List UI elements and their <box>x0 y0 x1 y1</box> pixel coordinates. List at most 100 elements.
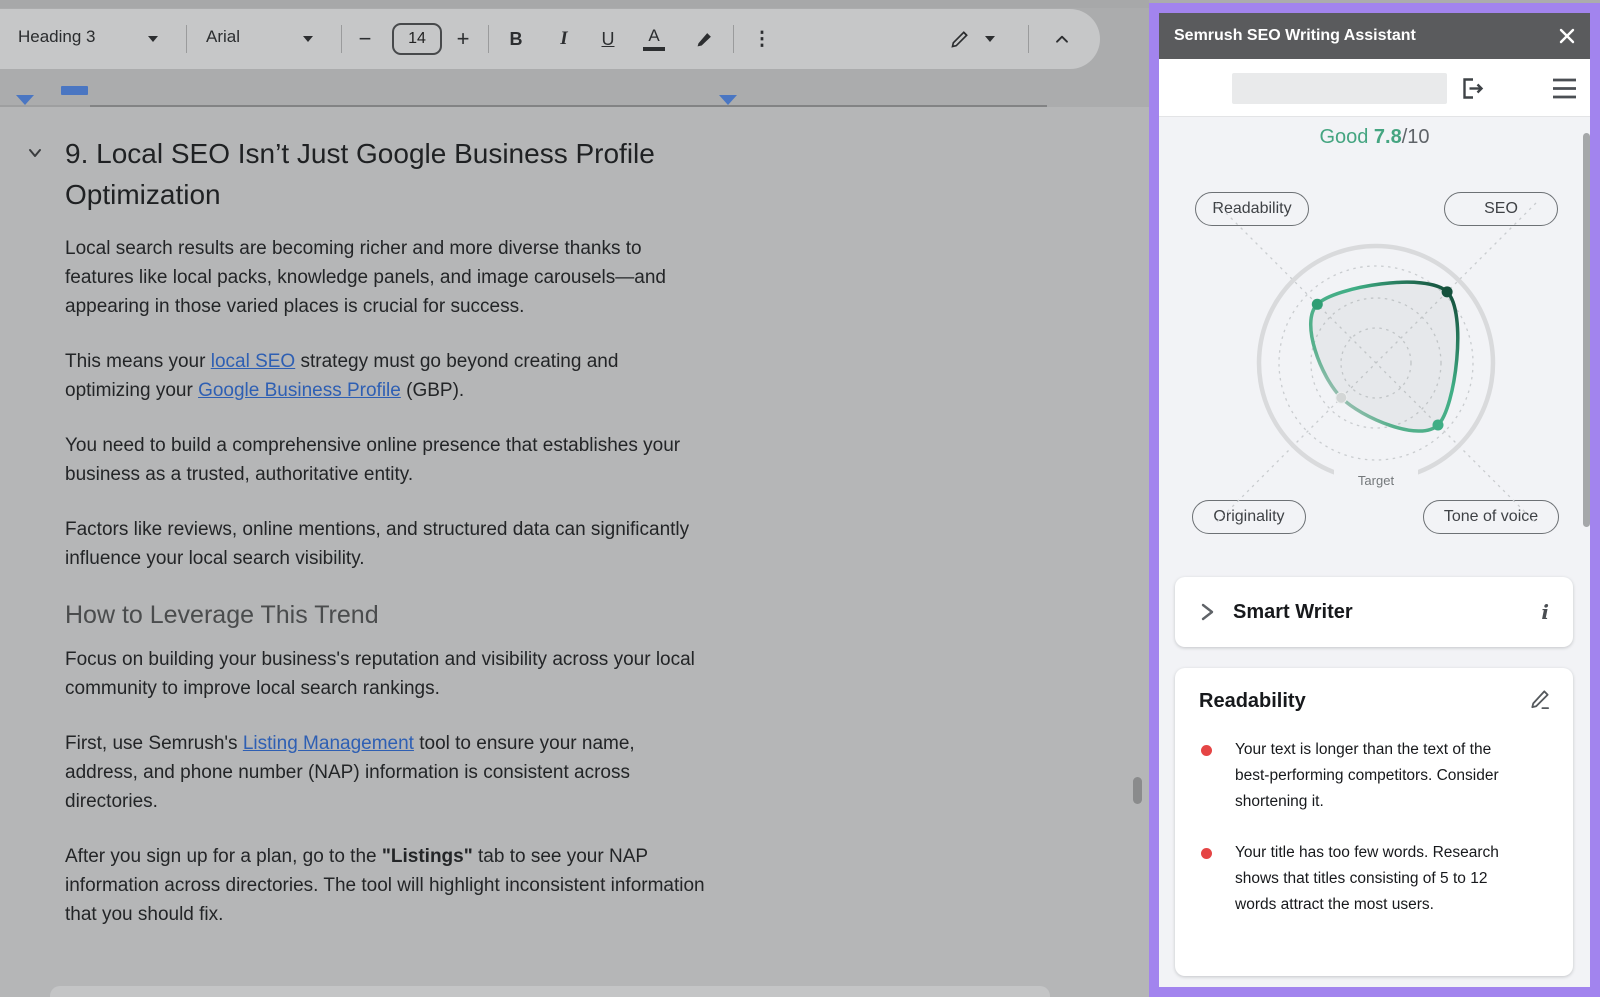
score-gauge-chart: Target <box>1206 193 1546 533</box>
hamburger-menu-icon <box>1552 77 1577 100</box>
paragraph-style-selector[interactable]: Heading 3 <box>18 27 96 47</box>
export-button[interactable] <box>1459 75 1486 107</box>
window-top-strip <box>0 0 1149 8</box>
doc-paragraph: You need to build a comprehensive online… <box>65 431 705 489</box>
semrush-assistant-panel: Semrush SEO Writing Assistant <box>1149 3 1600 997</box>
paragraph-text: Focus on building your business's reputa… <box>65 649 695 699</box>
first-line-indent-marker[interactable] <box>61 86 88 95</box>
paragraph-text: Factors like reviews, online mentions, a… <box>65 519 689 569</box>
doc-link-local-seo[interactable]: local SEO <box>211 351 295 372</box>
doc-paragraph: Factors like reviews, online mentions, a… <box>65 515 705 573</box>
toolbar-divider <box>341 25 342 53</box>
issue-bullet-icon <box>1201 848 1212 859</box>
panel-scrollbar-thumb[interactable] <box>1583 133 1590 527</box>
doc-subheading: How to Leverage This Trend <box>65 599 705 632</box>
issue-bullet-icon <box>1201 745 1212 756</box>
score-denominator: /10 <box>1402 126 1430 148</box>
app-root: Heading 3 Arial − 14 + B I U A ⋮ <box>0 0 1600 997</box>
highlighter-icon <box>693 29 715 51</box>
paragraph-text: First, use Semrush's <box>65 733 243 754</box>
doc-paragraph: Focus on building your business's reputa… <box>65 645 705 703</box>
readability-issue-list: Your text is longer than the text of the… <box>1199 737 1549 918</box>
gauge-blob <box>1311 282 1458 431</box>
right-indent-marker[interactable] <box>719 95 737 105</box>
readability-issue: Your text is longer than the text of the… <box>1199 737 1511 815</box>
toolbar-divider <box>733 25 734 53</box>
font-size-input[interactable]: 14 <box>392 23 442 55</box>
readability-card-title: Readability <box>1199 690 1549 713</box>
more-options-button[interactable]: ⋮ <box>750 24 774 54</box>
smart-writer-label: Smart Writer <box>1233 601 1353 624</box>
hide-menus-button[interactable] <box>1048 26 1076 54</box>
doc-link-listing-management[interactable]: Listing Management <box>243 733 414 754</box>
readability-card: Readability Your text is longer than the… <box>1175 668 1573 976</box>
text-color-letter: A <box>648 26 659 46</box>
gauge-dot-0 <box>1312 299 1323 310</box>
toolbar-divider <box>186 25 187 53</box>
paragraph-text: After you sign up for a plan, go to the <box>65 846 382 867</box>
ruler-line <box>0 105 90 107</box>
heading-collapse-toggle[interactable] <box>25 143 45 168</box>
smart-writer-expander[interactable]: Smart Writer i <box>1175 577 1573 647</box>
text-color-button[interactable]: A <box>640 23 668 53</box>
pencil-icon <box>950 29 970 49</box>
document-content: 9. Local SEO Isn’t Just Google Business … <box>65 133 765 955</box>
keyword-placeholder-bar <box>1232 73 1447 104</box>
close-icon <box>1559 28 1575 44</box>
doc-paragraph: First, use Semrush's Listing Management … <box>65 729 705 816</box>
doc-body-text: Local search results are becoming richer… <box>65 234 705 929</box>
issue-text: Your text is longer than the text of the… <box>1235 737 1499 815</box>
doc-embedded-image-edge <box>50 986 1050 997</box>
edit-pencil-icon[interactable] <box>1528 688 1551 716</box>
close-button[interactable] <box>1559 28 1575 44</box>
left-indent-marker[interactable] <box>16 95 34 105</box>
paragraph-text: This means your <box>65 351 211 372</box>
font-selector[interactable]: Arial <box>206 27 240 47</box>
panel-inner: Semrush SEO Writing Assistant <box>1159 13 1590 987</box>
panel-subheader <box>1159 59 1590 117</box>
paragraph-text: (GBP). <box>401 380 464 401</box>
paragraph-text: Local search results are becoming richer… <box>65 238 666 317</box>
panel-body: Good 7.8/10 Readability SEO Originality … <box>1159 117 1590 987</box>
panel-header: Semrush SEO Writing Assistant <box>1159 13 1590 59</box>
bold-button[interactable]: B <box>502 25 530 53</box>
document-scrollbar-thumb[interactable] <box>1133 777 1142 804</box>
chevron-down-icon[interactable] <box>985 36 995 42</box>
gauge-dot-1 <box>1442 286 1453 297</box>
underline-button[interactable]: U <box>594 25 622 53</box>
overall-score: Good 7.8/10 <box>1159 126 1590 149</box>
increase-font-size-button[interactable]: + <box>450 26 476 52</box>
ruler-margin-line <box>90 105 1047 107</box>
readability-issue: Your title has too few words. Research s… <box>1199 840 1511 918</box>
editing-mode-button[interactable] <box>946 25 974 53</box>
text-color-bar <box>643 47 665 51</box>
paragraph-bold-text: "Listings" <box>382 846 473 867</box>
chevron-down-icon[interactable] <box>148 36 158 42</box>
doc-paragraph: After you sign up for a plan, go to the … <box>65 842 705 929</box>
italic-button[interactable]: I <box>550 25 578 53</box>
paragraph-text: You need to build a comprehensive online… <box>65 435 680 485</box>
doc-link-google-business-profile[interactable]: Google Business Profile <box>198 380 401 401</box>
highlight-color-button[interactable] <box>690 26 718 54</box>
gauge-target-label: Target <box>1358 473 1395 488</box>
issue-text: Your title has too few words. Research s… <box>1235 840 1499 918</box>
doc-paragraph: This means your local SEO strategy must … <box>65 347 705 405</box>
score-value: 7.8 <box>1374 126 1402 148</box>
toolbar-divider <box>1028 25 1029 53</box>
score-label: Good <box>1319 126 1373 148</box>
chevron-right-icon <box>1199 603 1215 621</box>
panel-menu-button[interactable] <box>1552 77 1577 105</box>
export-icon <box>1459 75 1486 102</box>
docs-toolbar: Heading 3 Arial − 14 + B I U A ⋮ <box>0 9 1100 69</box>
panel-title: Semrush SEO Writing Assistant <box>1174 27 1416 45</box>
doc-paragraph: Local search results are becoming richer… <box>65 234 705 321</box>
gauge-dot-2 <box>1433 420 1444 431</box>
toolbar-divider <box>488 25 489 53</box>
gauge-dot-3 <box>1336 392 1347 403</box>
chevron-down-icon <box>25 143 45 163</box>
decrease-font-size-button[interactable]: − <box>352 26 378 52</box>
chevron-up-icon <box>1052 30 1072 50</box>
info-icon[interactable]: i <box>1541 600 1549 624</box>
doc-heading: 9. Local SEO Isn’t Just Google Business … <box>65 133 765 215</box>
chevron-down-icon[interactable] <box>303 36 313 42</box>
